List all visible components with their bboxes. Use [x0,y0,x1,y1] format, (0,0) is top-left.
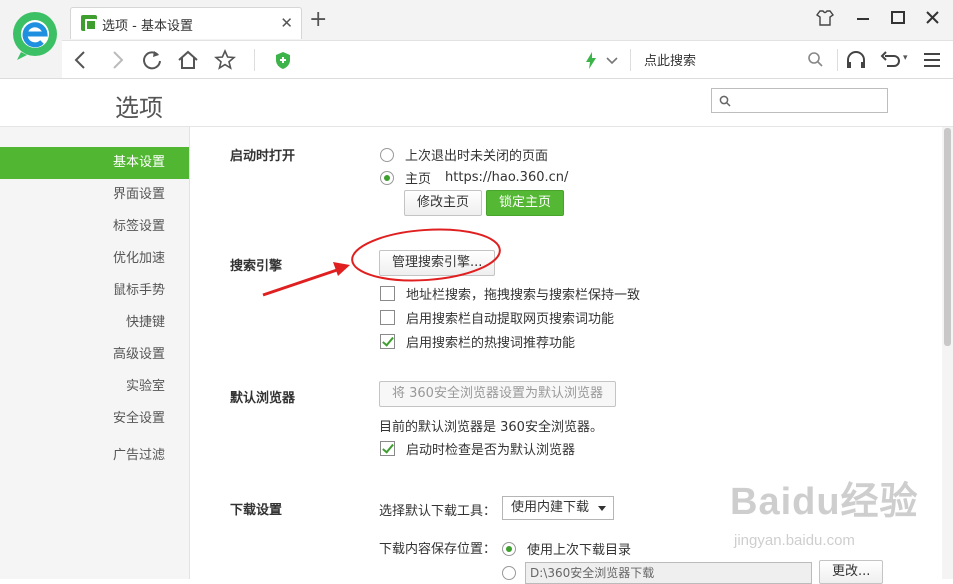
search-option-3-checkbox[interactable] [380,334,395,349]
sidebar-item-interface[interactable]: 界面设置 [0,179,189,211]
startup-home-option[interactable]: 主页 https://hao.360.cn/ [380,168,568,187]
search-option-1[interactable]: 地址栏搜索，拖拽搜索与搜索栏保持一致 [380,284,640,303]
undo-dropdown-icon[interactable]: ▾ [903,53,908,63]
settings-sidebar: 基本设置 界面设置 标签设置 优化加速 鼠标手势 快捷键 高级设置 实验室 安全… [0,127,190,579]
search-option-3-label: 启用搜索栏的热搜词推荐功能 [406,336,576,351]
options-header: 选项 [0,79,953,127]
search-section-label: 搜索引擎 [230,259,283,274]
search-icon [719,95,731,107]
home-icon[interactable] [175,47,201,73]
default-browser-status: 目前的默认浏览器是 360安全浏览器。 [379,420,603,435]
browser-chrome: 选项 - 基本设置 ✕ + 点此搜索 ▾ [0,0,953,79]
search-option-3[interactable]: 启用搜索栏的热搜词推荐功能 [380,332,575,351]
download-section-label: 下载设置 [230,503,283,518]
manage-search-engines-button[interactable]: 管理搜索引擎... [379,250,496,276]
search-option-1-label: 地址栏搜索，拖拽搜索与搜索栏保持一致 [406,288,641,303]
download-last-dir-radio[interactable] [502,541,516,556]
sidebar-item-advanced[interactable]: 高级设置 [0,339,189,371]
shield-icon[interactable] [270,47,296,73]
download-custom-dir-radio[interactable] [502,566,516,580]
startup-home-radio[interactable] [380,170,394,185]
modify-homepage-button[interactable]: 修改主页 [404,190,483,216]
undo-icon[interactable] [877,47,903,73]
download-tool-label: 选择默认下载工具： [379,504,497,519]
search-icon[interactable] [803,47,829,73]
sidebar-item-mouse-gestures[interactable]: 鼠标手势 [0,275,189,307]
maximize-icon[interactable] [887,8,909,28]
startup-restore-option[interactable]: 上次退出时未关闭的页面 [380,145,548,164]
default-browser-section-label: 默认浏览器 [230,391,296,406]
watermark-brand: Baidu经验 [730,481,919,523]
search-bar-label[interactable]: 点此搜索 [644,50,696,69]
startup-home-label: 主页 [405,172,432,187]
check-default-label: 启动时检查是否为默认浏览器 [406,443,576,458]
headphones-icon[interactable] [843,47,869,73]
sidebar-item-security[interactable]: 安全设置 [0,403,189,435]
baidu-watermark: Baidu经验 jingyan.baidu.com [730,470,930,570]
options-search-input[interactable] [711,88,888,113]
download-last-dir-option[interactable]: 使用上次下载目录 [502,539,631,558]
new-tab-button[interactable]: + [309,9,327,31]
sidebar-item-tabs[interactable]: 标签设置 [0,211,189,243]
startup-section-label: 启动时打开 [230,149,296,164]
menu-icon[interactable] [919,47,945,73]
favorite-star-icon[interactable] [212,47,238,73]
sidebar-item-basic[interactable]: 基本设置 [0,147,189,179]
browser-logo-icon[interactable] [11,10,59,62]
lock-homepage-button[interactable]: 锁定主页 [486,190,565,216]
refresh-icon[interactable] [139,47,165,73]
close-window-icon[interactable] [922,8,944,28]
check-default-option[interactable]: 启动时检查是否为默认浏览器 [380,439,575,458]
wrench-icon [81,15,97,31]
sidebar-item-optimize[interactable]: 优化加速 [0,243,189,275]
minimize-icon[interactable] [852,8,874,28]
download-location-label: 下载内容保存位置： [379,542,497,557]
download-last-dir-label: 使用上次下载目录 [527,543,632,558]
sidebar-item-adblock[interactable]: 广告过滤 [0,440,189,472]
sidebar-item-lab[interactable]: 实验室 [0,371,189,403]
search-option-2[interactable]: 启用搜索栏自动提取网页搜索词功能 [380,308,614,327]
search-option-2-checkbox[interactable] [380,310,395,325]
back-icon[interactable] [68,47,94,73]
search-option-1-checkbox[interactable] [380,286,395,301]
set-default-browser-button[interactable]: 将 360安全浏览器设置为默认浏览器 [379,381,616,407]
chevron-down-icon[interactable] [599,47,625,73]
tab-options[interactable]: 选项 - 基本设置 ✕ [70,7,302,39]
navigation-bar: 点此搜索 ▾ [62,40,953,78]
home-url: https://hao.360.cn/ [445,170,569,185]
page-title: 选项 [115,94,163,122]
close-tab-icon[interactable]: ✕ [280,14,293,32]
forward-icon[interactable] [104,47,130,73]
startup-restore-radio[interactable] [380,147,394,162]
check-default-checkbox[interactable] [380,441,395,456]
sidebar-item-shortcuts[interactable]: 快捷键 [0,307,189,339]
scrollbar-thumb[interactable] [944,128,951,346]
watermark-url: jingyan.baidu.com [734,532,855,549]
search-option-2-label: 启用搜索栏自动提取网页搜索词功能 [406,312,615,327]
skin-icon[interactable] [814,8,836,28]
startup-restore-label: 上次退出时未关闭的页面 [405,149,549,164]
download-tool-select[interactable]: 使用内建下载 [502,496,615,520]
tab-title: 选项 - 基本设置 [102,19,193,34]
